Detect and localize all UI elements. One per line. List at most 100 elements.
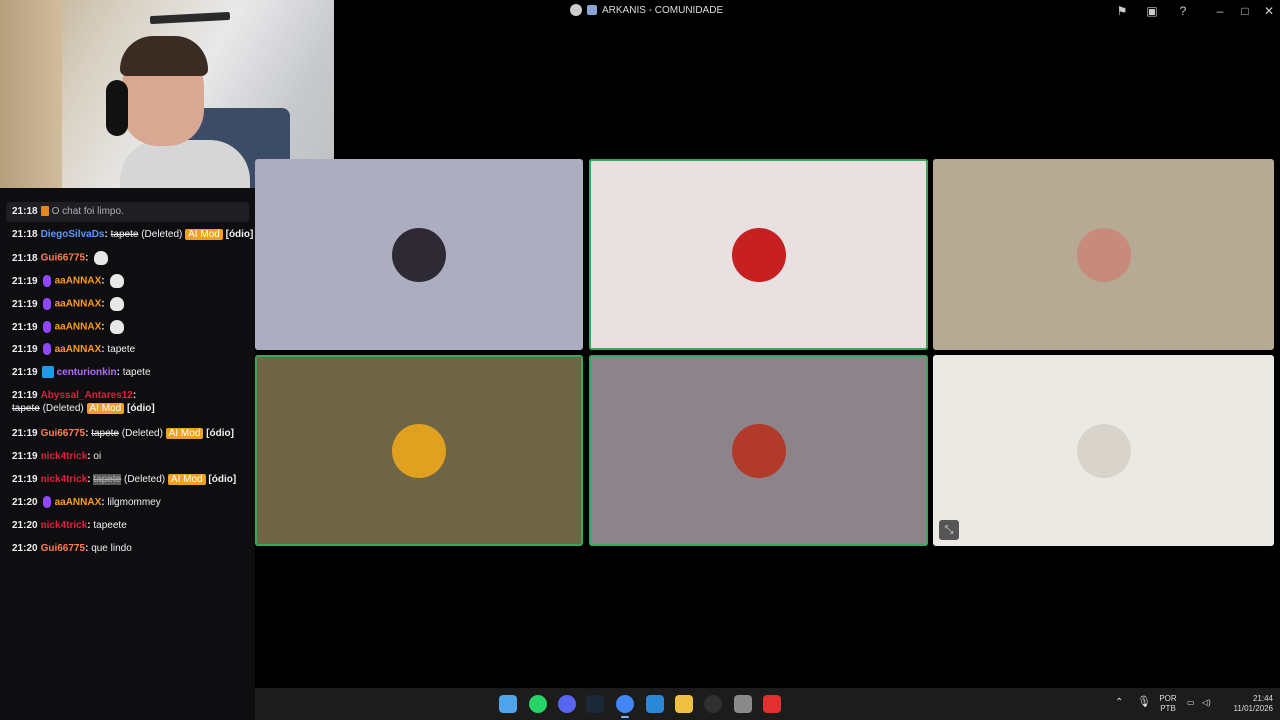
participant-avatar[interactable] xyxy=(392,423,446,478)
settings-icon[interactable] xyxy=(734,695,752,713)
separator: : xyxy=(116,367,120,378)
chat-message-text: tapete xyxy=(122,367,151,378)
chat-username[interactable]: aaANNAX xyxy=(55,344,102,355)
timestamp: 21:18 xyxy=(12,206,38,217)
inbox-icon[interactable]: ▣ xyxy=(1144,3,1160,19)
participant-tile-5[interactable] xyxy=(589,355,928,546)
maximize-icon[interactable]: □ xyxy=(1237,3,1253,19)
microphone-badge-icon[interactable] xyxy=(42,298,51,310)
microphone-badge-icon[interactable] xyxy=(42,275,51,287)
windows-start-icon[interactable] xyxy=(499,695,517,713)
server-icon xyxy=(587,5,597,15)
chat-username[interactable]: aaANNAX xyxy=(55,276,102,287)
ai-mod-badge: AI Mod xyxy=(165,428,204,439)
separator: : xyxy=(85,543,89,554)
chat-message: 21:19 nick4trick: oi xyxy=(12,450,101,463)
chat-username[interactable]: aaANNAX xyxy=(55,299,102,310)
volume-icon[interactable]: ◁) xyxy=(1202,698,1211,708)
youtube-icon[interactable] xyxy=(763,695,781,713)
participant-avatar[interactable] xyxy=(1076,227,1131,282)
chat-message: 21:19 Gui66775: tapete (Deleted) AI Mod [… xyxy=(12,427,234,440)
separator: : xyxy=(101,275,105,287)
window-title: ARKANIS - COMUNIDADE xyxy=(570,4,723,16)
chat-message-text: oi xyxy=(93,451,102,462)
chat-username[interactable]: Gui66775 xyxy=(41,253,85,264)
photos-icon[interactable] xyxy=(646,695,664,713)
chat-username[interactable]: Abyssal_Antares12 xyxy=(41,390,133,401)
clock-time: 21:44 xyxy=(1252,694,1273,703)
separator: : xyxy=(87,520,91,531)
participant-tile-4[interactable] xyxy=(255,355,583,546)
whatsapp-icon[interactable] xyxy=(529,695,547,713)
chat-username[interactable]: nick4trick xyxy=(41,474,88,485)
participant-tile-3[interactable] xyxy=(933,159,1274,350)
chat-cleared-notice: 21:18 O chat foi limpo. xyxy=(6,202,249,222)
clock-date: 11/01/2026 xyxy=(1233,704,1273,713)
collapse-icon[interactable]: ⤡ xyxy=(939,520,959,540)
chat-message: 21:19 aaANNAX: xyxy=(12,274,125,288)
streamer-hair xyxy=(120,36,208,76)
chat-message: 21:19 Abyssal_Antares12: tapete (Deleted) … xyxy=(12,389,155,415)
chat-username[interactable]: DiegoSilvaDs xyxy=(41,229,105,240)
deleted-status: (Deleted) xyxy=(121,428,163,439)
participant-avatar[interactable] xyxy=(731,423,786,478)
microphone-badge-icon[interactable] xyxy=(42,343,51,356)
chevron-up-icon[interactable]: ⌃ xyxy=(1115,698,1123,708)
separator: : xyxy=(101,344,105,355)
separator: : xyxy=(85,252,89,264)
timestamp: 21:19 xyxy=(12,344,38,355)
discord-icon[interactable] xyxy=(558,695,576,713)
chat-username[interactable]: Gui66775 xyxy=(41,428,85,439)
chat-username[interactable]: Gui66775 xyxy=(41,543,85,554)
chat-message: 21:18 DiegoSilvaDs: tapete (Deleted) AI M… xyxy=(12,228,253,241)
prime-badge-icon[interactable] xyxy=(41,366,54,379)
chat-username[interactable]: nick4trick xyxy=(41,520,88,531)
chat-message-text: tapete xyxy=(107,344,136,355)
chat-username[interactable]: nick4trick xyxy=(41,451,88,462)
chat-username[interactable]: centurionkin xyxy=(57,367,117,378)
chat-username[interactable]: aaANNAX xyxy=(55,497,102,508)
chat-message-text: tapete xyxy=(110,229,139,240)
separator: : xyxy=(101,298,105,310)
flag-icon[interactable]: ⚑ xyxy=(1114,3,1130,19)
window-title-text: ARKANIS - COMUNIDADE xyxy=(602,4,724,16)
file-explorer-icon[interactable] xyxy=(675,695,693,713)
stream-chat: 21:18 O chat foi limpo. 21:18 DiegoSilvaDs… xyxy=(0,188,255,720)
close-icon[interactable]: ✕ xyxy=(1261,3,1277,19)
duck-emote-icon[interactable] xyxy=(110,274,125,288)
ai-mod-badge: AI Mod xyxy=(185,229,223,240)
streamer-body xyxy=(120,140,250,188)
minimize-icon[interactable]: – xyxy=(1212,3,1228,19)
chrome-icon[interactable] xyxy=(616,695,634,718)
chat-username[interactable]: aaANNAX xyxy=(55,322,102,333)
participant-tile-2[interactable] xyxy=(589,159,928,350)
participant-avatar[interactable] xyxy=(731,227,786,282)
chat-message-text: tapete xyxy=(93,474,122,485)
timestamp: 21:19 xyxy=(12,298,38,310)
participant-avatar[interactable] xyxy=(1076,423,1131,478)
timestamp: 21:20 xyxy=(12,543,38,554)
help-icon[interactable]: ? xyxy=(1175,3,1191,19)
timestamp: 21:19 xyxy=(12,275,38,287)
microphone-badge-icon[interactable] xyxy=(42,321,51,333)
chat-message: 21:19 aaANNAX: tapete xyxy=(12,343,135,356)
microphone-icon[interactable]: 🎙 xyxy=(1137,697,1151,708)
microphone-badge-icon[interactable] xyxy=(42,496,51,509)
duck-emote-icon[interactable] xyxy=(110,297,125,311)
clock[interactable]: 21:44 11/01/2026 xyxy=(1223,694,1273,714)
obs-icon[interactable] xyxy=(704,695,722,713)
participant-avatar[interactable] xyxy=(392,227,446,282)
language-indicator[interactable]: POR PTB xyxy=(1157,694,1179,714)
moderation-reason: [ódio] xyxy=(225,229,254,240)
steam-icon[interactable] xyxy=(586,695,604,713)
separator: : xyxy=(104,229,108,240)
display-icon[interactable]: ▭ xyxy=(1187,698,1195,708)
participant-tile-1[interactable] xyxy=(255,159,583,350)
timestamp: 21:18 xyxy=(12,229,38,240)
chat-message: 21:19 nick4trick: tapete (Deleted) AI Mod… xyxy=(12,473,236,486)
participant-tile-6[interactable]: ⤡ xyxy=(933,355,1274,546)
chat-message: 21:20 aaANNAX: lilgmommey xyxy=(12,496,161,509)
screen: ARKANIS - COMUNIDADE ⚑ ▣ ? – □ ✕ 21:18 O … xyxy=(0,0,1280,720)
duck-emote-icon[interactable] xyxy=(110,320,125,334)
speech-bubble-emote-icon[interactable] xyxy=(94,251,109,265)
